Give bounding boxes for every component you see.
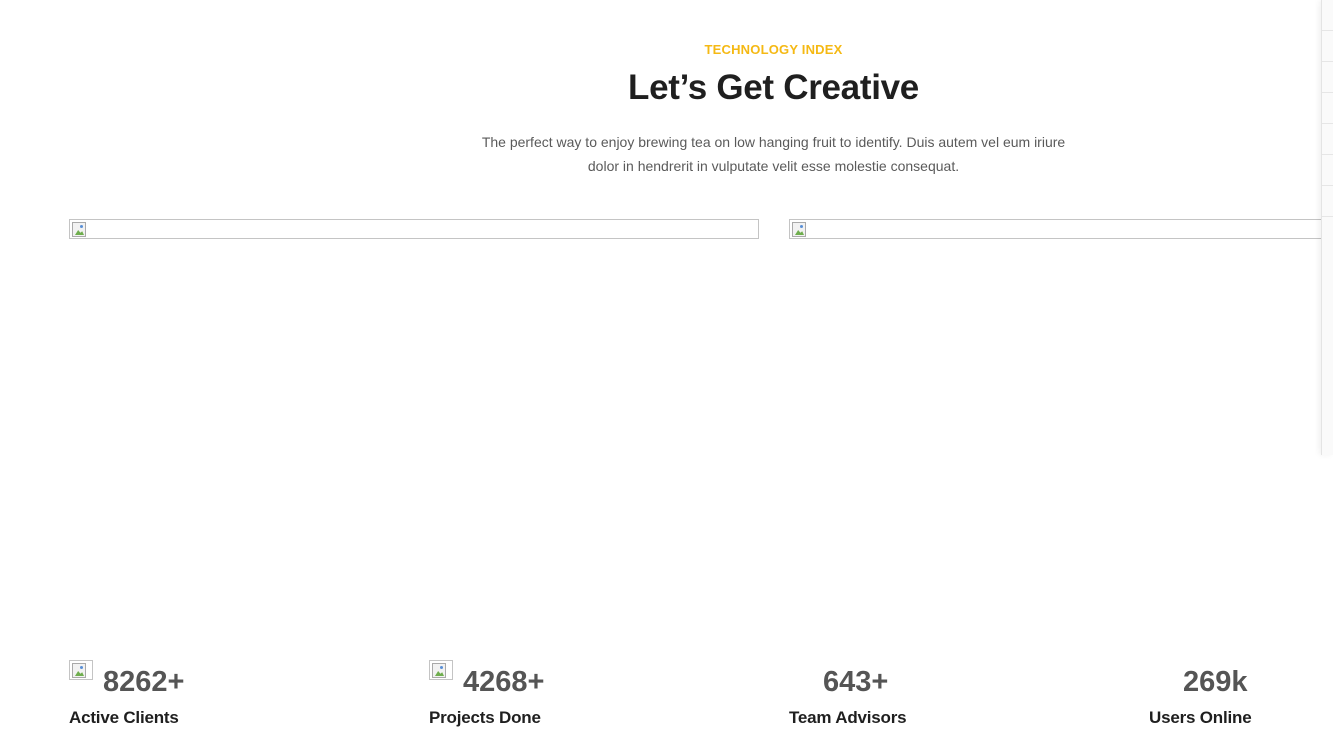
section-title: Let’s Get Creative — [628, 68, 919, 107]
stat-icon-image — [69, 660, 93, 680]
side-panel-slot[interactable] — [1322, 186, 1333, 217]
side-panel-slot[interactable] — [1322, 155, 1333, 186]
broken-image-icon — [432, 663, 446, 678]
section-description-line-1: The perfect way to enjoy brewing tea on … — [481, 134, 1066, 150]
side-panel-slot[interactable] — [1322, 62, 1333, 93]
stat-label: Projects Done — [429, 708, 541, 727]
feature-image-right — [789, 219, 1329, 239]
broken-image-icon — [72, 222, 86, 237]
stat-label: Team Advisors — [789, 708, 907, 727]
stat-users-online: 269k Users Online — [1149, 660, 1333, 740]
stat-number: 4268+ — [463, 666, 545, 698]
stat-projects-done: 4268+ Projects Done — [429, 660, 689, 740]
stat-label: Active Clients — [69, 708, 179, 727]
stat-icon-image — [429, 660, 453, 680]
broken-image-icon — [792, 222, 806, 237]
section-eyebrow: TECHNOLOGY INDEX — [704, 42, 843, 57]
broken-image-icon — [72, 663, 86, 678]
side-panel-slot[interactable] — [1322, 93, 1333, 124]
side-panel-slot[interactable] — [1322, 124, 1333, 155]
side-panel-slot[interactable] — [1322, 31, 1333, 62]
stat-number: 269k — [1183, 666, 1248, 698]
stat-label: Users Online — [1149, 708, 1252, 727]
section-description: The perfect way to enjoy brewing tea on … — [460, 130, 1087, 178]
side-panel-rail[interactable] — [1321, 0, 1333, 455]
section-description-line-2: dolor in hendrerit in vulputate velit es… — [587, 158, 960, 174]
side-panel-slot[interactable] — [1322, 0, 1333, 31]
feature-image-left — [69, 219, 759, 239]
stat-active-clients: 8262+ Active Clients — [69, 660, 329, 740]
stat-number: 643+ — [823, 666, 889, 698]
stat-team-advisors: 643+ Team Advisors — [789, 660, 1049, 740]
stat-number: 8262+ — [103, 666, 185, 698]
